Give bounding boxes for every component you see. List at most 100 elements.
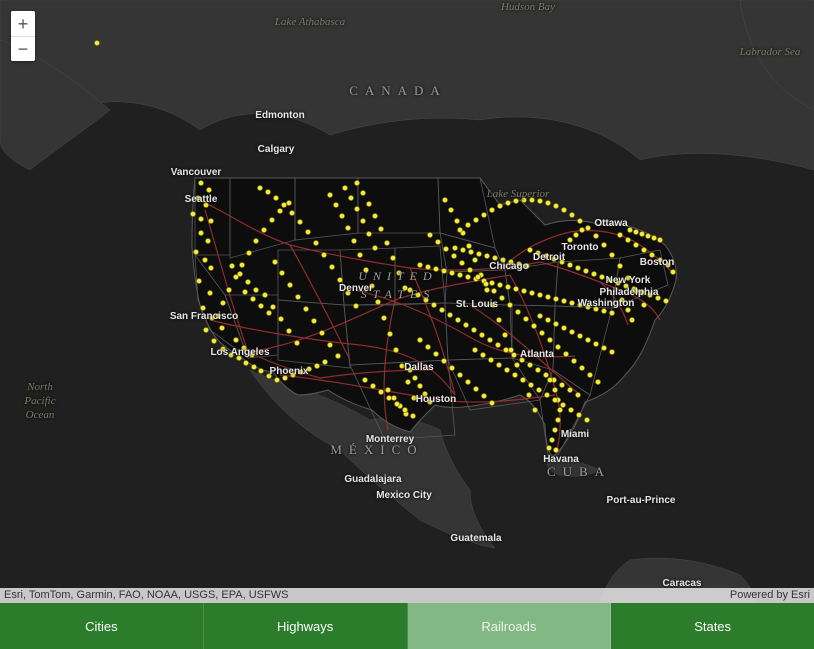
city-dot [245,279,250,284]
city-dot [357,252,362,257]
bookmark-railroads[interactable]: Railroads [408,603,612,649]
city-dot [366,201,371,206]
attribution-bar: Esri, TomTom, Garmin, FAO, NOAA, USGS, E… [0,588,814,603]
city-dot [487,337,492,342]
city-dot [553,321,558,326]
city-dot [476,251,481,256]
city-dot [479,332,484,337]
city-dot [327,192,332,197]
city-dot [560,402,565,407]
city-dot [425,344,430,349]
city-dot [524,263,529,268]
city-dot [228,352,233,357]
city-dot [441,358,446,363]
city-dot [258,368,263,373]
city-dot [447,312,452,317]
city-dot [303,306,308,311]
city-dot [205,238,210,243]
city-dot [402,407,407,412]
city-dot [319,330,324,335]
city-dot [491,288,496,293]
city-dot [370,383,375,388]
city-dot [251,364,256,369]
city-dot [427,232,432,237]
city-dot [629,317,634,322]
zoom-out-button[interactable]: − [11,36,35,61]
attribution-sources: Esri, TomTom, Garmin, FAO, NOAA, USGS, E… [4,588,288,603]
city-dot [249,352,254,357]
city-dot [472,257,477,262]
city-dot [639,231,644,236]
city-dot [410,413,415,418]
city-dot [354,206,359,211]
city-dot [333,202,338,207]
city-dot [500,257,505,262]
city-dot [270,304,275,309]
city-dot [595,379,600,384]
city-dot [306,366,311,371]
city-dot [481,393,486,398]
city-dot [576,412,581,417]
city-dot [423,297,428,302]
city-dot [529,290,534,295]
city-dot [195,195,200,200]
city-dot [633,229,638,234]
city-dot [286,328,291,333]
map-viewport[interactable]: Hudson BayLabrador SeaLake AthabascaCANA… [0,0,814,603]
city-dot [351,238,356,243]
city-dot [569,329,574,334]
zoom-control: + − [11,11,35,61]
city-dot [483,281,488,286]
city-dot [236,355,241,360]
city-dot [193,249,198,254]
city-dot [277,208,282,213]
city-dot [651,235,656,240]
attribution-powered[interactable]: Powered by Esri [730,588,810,603]
city-dot [536,387,541,392]
city-dot [281,202,286,207]
city-dot [390,255,395,260]
city-dot [427,399,432,404]
city-dot [417,383,422,388]
city-dot [454,218,459,223]
city-dot [431,302,436,307]
city-dot [219,325,224,330]
city-dot [463,322,468,327]
city-dot [625,307,630,312]
bookmark-highways[interactable]: Highways [204,603,408,649]
city-dot [551,256,556,261]
city-dot [451,253,456,258]
city-dot [521,197,526,202]
city-dot [295,294,300,299]
city-dot [488,357,493,362]
city-dot [196,278,201,283]
city-dot [322,359,327,364]
city-dot [537,292,542,297]
city-dot [547,377,552,382]
city-dot [342,185,347,190]
city-dot [609,349,614,354]
city-dot [585,337,590,342]
city-dot [335,353,340,358]
city-dot [417,337,422,342]
city-dot [297,219,302,224]
bookmark-states[interactable]: States [611,603,814,649]
city-dot [544,392,549,397]
city-dot [557,407,562,412]
city-dot [203,202,208,207]
city-dot [396,270,401,275]
bookmark-cities[interactable]: Cities [0,603,204,649]
city-dot [641,247,646,252]
city-dot [523,316,528,321]
city-dot [625,275,630,280]
city-dot [443,246,448,251]
city-dot [591,271,596,276]
city-dot [257,185,262,190]
city-dot [385,387,390,392]
map-svg[interactable]: Hudson BayLabrador SeaLake AthabascaCANA… [0,0,814,603]
city-dot [266,373,271,378]
city-dot [577,302,582,307]
city-dot [294,340,299,345]
city-dot [647,292,652,297]
zoom-in-button[interactable]: + [11,11,35,36]
